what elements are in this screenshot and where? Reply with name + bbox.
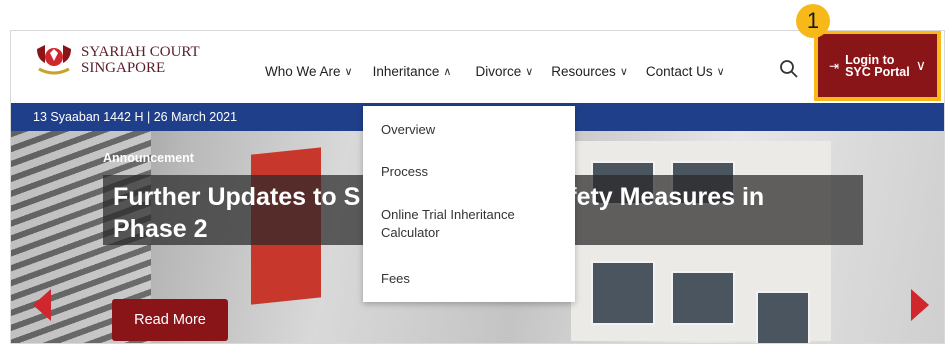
nav-inheritance[interactable]: Inheritance ∧ bbox=[362, 61, 468, 106]
login-arrow-icon: ⇥ bbox=[829, 58, 840, 73]
dropdown-item-fees[interactable]: Fees bbox=[381, 270, 561, 288]
carousel-next-icon[interactable] bbox=[911, 289, 929, 321]
login-syc-portal-button[interactable]: ⇥ Login to SYC Portal ∨ bbox=[814, 31, 941, 101]
nav-divorce[interactable]: Divorce ∨ bbox=[467, 61, 541, 81]
nav-label: Resources bbox=[551, 63, 616, 79]
chevron-down-icon: ∨ bbox=[344, 65, 353, 78]
nav-label: Inheritance bbox=[372, 63, 440, 79]
dropdown-item-calculator[interactable]: Online Trial Inheritance Calculator bbox=[381, 206, 561, 242]
nav-resources[interactable]: Resources ∨ bbox=[541, 61, 636, 81]
date-text: 13 Syaaban 1442 H | 26 March 2021 bbox=[33, 110, 238, 124]
nav-who-we-are[interactable]: Who We Are ∨ bbox=[257, 61, 363, 81]
brand-line1: SYARIAH COURT bbox=[81, 44, 200, 60]
nav-label: Contact Us bbox=[645, 63, 713, 79]
site-logo[interactable]: SYARIAH COURT SINGAPORE bbox=[33, 43, 200, 77]
nav-label: Divorce bbox=[475, 63, 522, 79]
read-more-button[interactable]: Read More bbox=[112, 299, 228, 341]
window bbox=[756, 291, 810, 343]
window bbox=[591, 261, 655, 325]
site-header: SYARIAH COURT SINGAPORE Who We Are ∨ Inh… bbox=[11, 31, 944, 106]
search-icon[interactable] bbox=[779, 59, 799, 79]
chevron-down-icon: ∨ bbox=[716, 65, 725, 78]
headline-left: Further Updates to S bbox=[113, 183, 361, 211]
carousel-prev-icon[interactable] bbox=[33, 289, 51, 321]
login-line2: SYC Portal bbox=[845, 64, 910, 79]
chevron-down-icon: ∨ bbox=[915, 57, 926, 73]
main-nav: Who We Are ∨ Inheritance ∧ Divorce ∨ Res… bbox=[257, 61, 733, 106]
login-line1: Login to bbox=[845, 52, 895, 67]
chevron-up-icon: ∧ bbox=[443, 65, 452, 78]
headline-right: fety Measures in bbox=[568, 183, 765, 211]
crest-icon bbox=[37, 45, 71, 75]
dropdown-item-process[interactable]: Process bbox=[381, 163, 561, 181]
window bbox=[671, 271, 735, 325]
step-callout-badge: 1 bbox=[796, 4, 830, 38]
browser-frame: SYARIAH COURT SINGAPORE Who We Are ∨ Inh… bbox=[10, 30, 945, 344]
inheritance-dropdown: Overview Process Online Trial Inheritanc… bbox=[363, 106, 575, 302]
dropdown-item-overview[interactable]: Overview bbox=[381, 121, 561, 139]
announcement-tag: Announcement bbox=[103, 151, 194, 165]
nav-label: Who We Are bbox=[265, 63, 341, 79]
brand-line2: SINGAPORE bbox=[81, 60, 166, 76]
chevron-down-icon: ∨ bbox=[619, 65, 628, 78]
chevron-down-icon: ∨ bbox=[525, 65, 534, 78]
nav-contact-us[interactable]: Contact Us ∨ bbox=[636, 61, 733, 81]
